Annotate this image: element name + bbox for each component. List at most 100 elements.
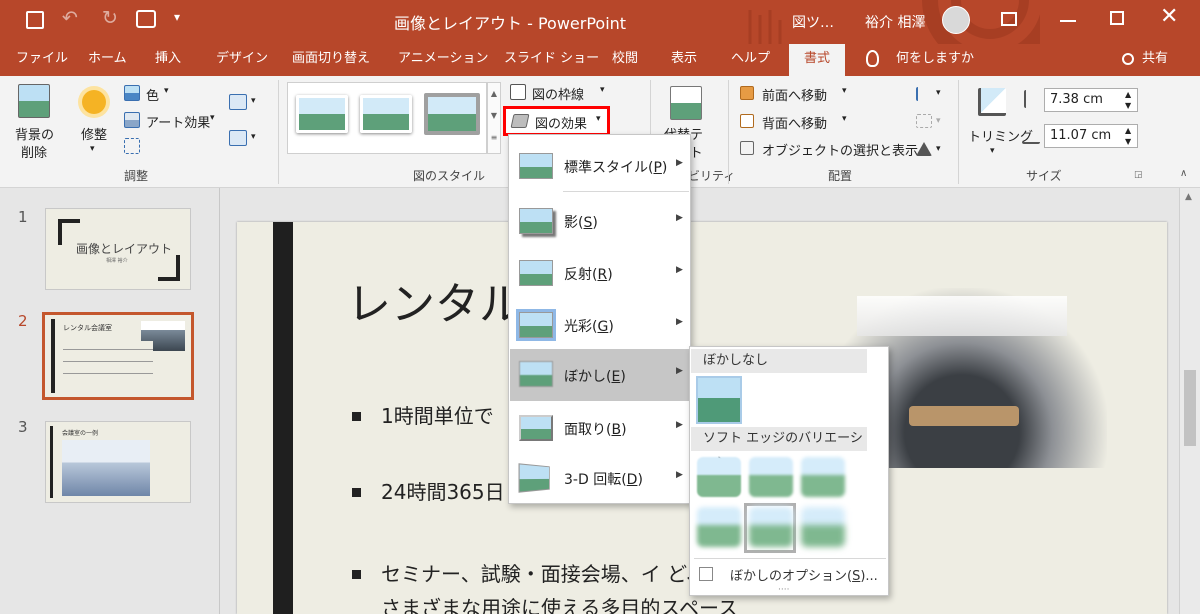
soft-edge-options-checkbox[interactable]: [699, 567, 713, 581]
align-dropdown-icon[interactable]: ▾: [936, 88, 941, 98]
soft-edge-none[interactable]: [696, 376, 742, 424]
picture-border-dropdown-icon: ▾: [600, 85, 605, 95]
minimize-icon[interactable]: [1060, 20, 1076, 22]
crop-icon: [978, 88, 1006, 116]
picture-style-2[interactable]: [360, 95, 412, 133]
tab-insert[interactable]: 挿入: [155, 44, 181, 76]
scroll-thumb[interactable]: [1184, 370, 1196, 446]
tab-slideshow[interactable]: スライド ショー: [504, 44, 599, 76]
share-button[interactable]: 共有: [1142, 44, 1168, 76]
width-spinner-icon[interactable]: ▲ ▼: [1125, 125, 1131, 147]
height-spinner-icon[interactable]: ▲ ▼: [1125, 89, 1131, 111]
remove-background-icon: [18, 84, 50, 118]
tab-home[interactable]: ホーム: [88, 44, 127, 76]
rotate-icon[interactable]: [916, 142, 932, 156]
close-icon[interactable]: ✕: [1160, 4, 1178, 29]
save-icon[interactable]: [26, 11, 44, 29]
slide-bullet-1[interactable]: 1時間単位で: [352, 400, 494, 429]
tab-review[interactable]: 校閲: [612, 44, 638, 76]
picture-styles-gallery[interactable]: [287, 82, 487, 154]
slide-thumbnail-3[interactable]: 会議室の一例: [45, 421, 191, 503]
menu-bevel[interactable]: 面取り(B) ▶: [510, 403, 689, 453]
picture-style-3[interactable]: [424, 93, 480, 135]
menu-shadow[interactable]: 影(S) ▶: [510, 196, 689, 246]
tell-me-box[interactable]: 何をしますか: [896, 44, 974, 76]
menu-reflection[interactable]: 反射(R) ▶: [510, 248, 689, 298]
soft-edge-variation-6[interactable]: [801, 507, 845, 547]
vertical-scrollbar[interactable]: ▲: [1179, 188, 1200, 614]
share-icon[interactable]: [1122, 53, 1134, 65]
start-slideshow-icon[interactable]: [136, 10, 156, 28]
thumb2-lines: [63, 341, 153, 385]
tab-view[interactable]: 表示: [671, 44, 697, 76]
height-input[interactable]: 7.38 cm ▲ ▼: [1044, 88, 1138, 112]
collapse-ribbon-icon[interactable]: ∧: [1180, 168, 1187, 179]
preset-icon: [519, 153, 553, 179]
redo-icon[interactable]: ↻: [102, 7, 118, 29]
align-icon[interactable]: [916, 87, 932, 101]
picture-effects-button[interactable]: 図の効果 ▾: [503, 106, 610, 136]
corrections-button[interactable]: 修整 ▾: [72, 82, 120, 162]
thumb3-bar: [50, 426, 53, 498]
compress-pictures-icon[interactable]: [124, 138, 140, 154]
size-dialog-launcher-icon[interactable]: ◲: [1134, 170, 1143, 180]
color-button[interactable]: 色 ▾: [124, 84, 184, 104]
selection-pane-button[interactable]: オブジェクトの選択と表示: [740, 139, 918, 159]
slide-bullet-3[interactable]: セミナー、試験・面接会場、イ ど、: [352, 558, 706, 587]
soft-edge-variations-header: ソフト エッジのバリエーション: [691, 427, 867, 470]
picture-border-label: 図の枠線: [532, 88, 585, 103]
group-objects-icon[interactable]: [916, 114, 932, 128]
bring-forward-button[interactable]: 前面へ移動 ▾: [740, 84, 860, 104]
gallery-scroll[interactable]: ▲ ▼ ≡: [487, 82, 501, 154]
menu-3d-rotation[interactable]: 3-D 回転(D) ▶: [510, 453, 689, 503]
menu-preset[interactable]: 標準スタイル(P) ▶: [510, 141, 689, 191]
menu-soft-edges[interactable]: ぼかし(E) ▶: [510, 349, 689, 401]
reset-picture-dropdown-icon[interactable]: ▾: [251, 132, 256, 142]
soft-edge-variation-2[interactable]: [749, 457, 793, 497]
soft-edge-options-item[interactable]: ぼかしのオプション(S)...: [692, 561, 888, 587]
soft-edge-variation-4[interactable]: [697, 507, 741, 547]
tab-format[interactable]: 書式: [789, 44, 845, 76]
picture-effects-dropdown-icon: ▾: [596, 114, 601, 124]
slide-title[interactable]: レンタル: [347, 268, 523, 332]
change-picture-icon[interactable]: [229, 94, 247, 110]
group-dropdown-icon[interactable]: ▾: [936, 116, 941, 126]
user-name: 裕介 相澤: [865, 15, 926, 31]
crop-button[interactable]: トリミング ▾: [966, 82, 1033, 162]
soft-edge-variation-1[interactable]: [697, 457, 741, 497]
send-backward-button[interactable]: 背面へ移動 ▾: [740, 112, 860, 132]
ribbon-display-icon[interactable]: [1001, 12, 1017, 26]
soft-edge-variation-3[interactable]: [801, 457, 845, 497]
picture-style-1[interactable]: [296, 95, 348, 133]
height-value: 7.38 cm: [1050, 92, 1103, 107]
scroll-up-icon[interactable]: ▲: [1185, 192, 1192, 202]
tab-help[interactable]: ヘルプ: [731, 44, 770, 76]
menu-divider: [563, 191, 689, 192]
slide-thumbnail-2[interactable]: レンタル会議室: [42, 312, 194, 400]
thumb3-image: [62, 440, 150, 496]
tab-design[interactable]: デザイン: [216, 44, 268, 76]
selection-pane-label: オブジェクトの選択と表示: [762, 144, 919, 159]
color-label: 色: [146, 89, 160, 104]
slide-thumbnail-1[interactable]: 画像とレイアウト 相澤 裕介: [45, 208, 191, 290]
width-input[interactable]: 11.07 cm ▲ ▼: [1044, 124, 1138, 148]
picture-border-button[interactable]: 図の枠線 ▾: [510, 83, 620, 103]
avatar-icon[interactable]: [942, 6, 970, 34]
tab-file[interactable]: ファイル: [16, 44, 68, 76]
resize-grip-icon[interactable]: ····: [778, 585, 789, 595]
tab-transitions[interactable]: 画面切り替え: [292, 44, 370, 76]
rotate-dropdown-icon[interactable]: ▾: [936, 144, 941, 154]
slide-bullet-2[interactable]: 24時間365日: [352, 476, 505, 505]
soft-edge-variation-5[interactable]: [749, 507, 793, 547]
change-picture-dropdown-icon[interactable]: ▾: [251, 96, 256, 106]
remove-background-button[interactable]: 背景の 削除: [8, 82, 60, 162]
menu-glow[interactable]: 光彩(G) ▶: [510, 300, 689, 350]
selection-pane-icon: [740, 141, 754, 155]
color-icon: [124, 85, 140, 101]
reset-picture-icon[interactable]: [229, 130, 247, 146]
tab-animations[interactable]: アニメーション: [398, 44, 488, 76]
artistic-effects-button[interactable]: アート効果 ▾: [124, 111, 220, 131]
customize-qat-icon[interactable]: ▾: [174, 10, 180, 24]
undo-icon[interactable]: ↶: [62, 7, 78, 29]
maximize-icon[interactable]: [1110, 11, 1124, 25]
